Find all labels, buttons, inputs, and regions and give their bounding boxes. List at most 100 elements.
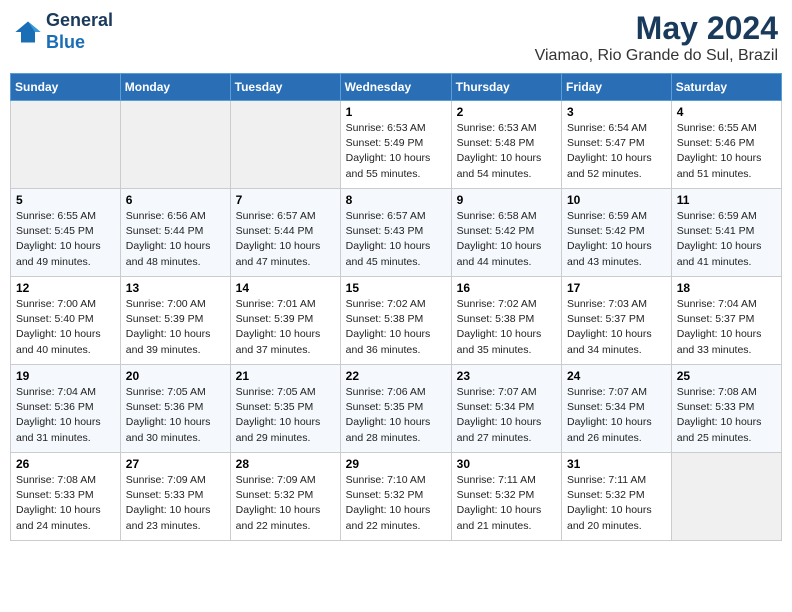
- weekday-header-sunday: Sunday: [11, 74, 121, 101]
- weekday-header-wednesday: Wednesday: [340, 74, 451, 101]
- day-info: Sunrise: 7:10 AMSunset: 5:32 PMDaylight:…: [346, 473, 446, 534]
- day-info: Sunrise: 7:03 AMSunset: 5:37 PMDaylight:…: [567, 297, 666, 358]
- day-number: 4: [677, 105, 776, 119]
- week-row-2: 5 Sunrise: 6:55 AMSunset: 5:45 PMDaylight…: [11, 189, 782, 277]
- day-info: Sunrise: 6:55 AMSunset: 5:45 PMDaylight:…: [16, 209, 115, 270]
- calendar-cell: 6 Sunrise: 6:56 AMSunset: 5:44 PMDaylight…: [120, 189, 230, 277]
- calendar-cell: 20Sunrise: 7:05 AMSunset: 5:36 PMDayligh…: [120, 365, 230, 453]
- day-number: 30: [457, 457, 556, 471]
- day-info: Sunrise: 7:04 AMSunset: 5:36 PMDaylight:…: [16, 385, 115, 446]
- day-number: 19: [16, 369, 115, 383]
- day-number: 8: [346, 193, 446, 207]
- day-number: 7: [236, 193, 335, 207]
- day-info: Sunrise: 7:04 AMSunset: 5:37 PMDaylight:…: [677, 297, 776, 358]
- weekday-header-friday: Friday: [562, 74, 672, 101]
- calendar-cell: 9 Sunrise: 6:58 AMSunset: 5:42 PMDaylight…: [451, 189, 561, 277]
- calendar-table: SundayMondayTuesdayWednesdayThursdayFrid…: [10, 73, 782, 541]
- day-info: Sunrise: 7:11 AMSunset: 5:32 PMDaylight:…: [567, 473, 666, 534]
- day-number: 5: [16, 193, 115, 207]
- calendar-cell: 19 Sunrise: 7:04 AMSunset: 5:36 PMDayligh…: [11, 365, 121, 453]
- day-number: 25: [677, 369, 776, 383]
- calendar-cell: 23 Sunrise: 7:07 AMSunset: 5:34 PMDayligh…: [451, 365, 561, 453]
- day-number: 31: [567, 457, 666, 471]
- day-number: 11: [677, 193, 776, 207]
- calendar-cell: 12Sunrise: 7:00 AMSunset: 5:40 PMDayligh…: [11, 277, 121, 365]
- calendar-cell: 18 Sunrise: 7:04 AMSunset: 5:37 PMDayligh…: [671, 277, 781, 365]
- location-title: Viamao, Rio Grande do Sul, Brazil: [535, 47, 778, 65]
- weekday-header-monday: Monday: [120, 74, 230, 101]
- day-number: 27: [126, 457, 225, 471]
- day-number: 9: [457, 193, 556, 207]
- calendar-cell: 26Sunrise: 7:08 AMSunset: 5:33 PMDayligh…: [11, 453, 121, 541]
- day-number: 22: [346, 369, 446, 383]
- weekday-header-tuesday: Tuesday: [230, 74, 340, 101]
- day-number: 18: [677, 281, 776, 295]
- calendar-cell: 3 Sunrise: 6:54 AMSunset: 5:47 PMDaylight…: [562, 101, 672, 189]
- calendar-cell: 5 Sunrise: 6:55 AMSunset: 5:45 PMDaylight…: [11, 189, 121, 277]
- calendar-cell: 21 Sunrise: 7:05 AMSunset: 5:35 PMDayligh…: [230, 365, 340, 453]
- week-row-4: 19 Sunrise: 7:04 AMSunset: 5:36 PMDayligh…: [11, 365, 782, 453]
- day-number: 3: [567, 105, 666, 119]
- day-info: Sunrise: 7:05 AMSunset: 5:35 PMDaylight:…: [236, 385, 335, 446]
- calendar-cell: 24 Sunrise: 7:07 AMSunset: 5:34 PMDayligh…: [562, 365, 672, 453]
- day-info: Sunrise: 7:07 AMSunset: 5:34 PMDaylight:…: [457, 385, 556, 446]
- week-row-3: 12Sunrise: 7:00 AMSunset: 5:40 PMDayligh…: [11, 277, 782, 365]
- logo-general: General: [46, 10, 113, 30]
- calendar-cell: 2 Sunrise: 6:53 AMSunset: 5:48 PMDaylight…: [451, 101, 561, 189]
- day-number: 10: [567, 193, 666, 207]
- logo-blue: Blue: [46, 32, 85, 52]
- day-number: 2: [457, 105, 556, 119]
- page-header: General Blue May 2024 Viamao, Rio Grande…: [10, 10, 782, 65]
- calendar-cell: 22 Sunrise: 7:06 AMSunset: 5:35 PMDayligh…: [340, 365, 451, 453]
- day-info: Sunrise: 7:07 AMSunset: 5:34 PMDaylight:…: [567, 385, 666, 446]
- day-info: Sunrise: 7:08 AMSunset: 5:33 PMDaylight:…: [677, 385, 776, 446]
- day-number: 6: [126, 193, 225, 207]
- calendar-cell: 16Sunrise: 7:02 AMSunset: 5:38 PMDayligh…: [451, 277, 561, 365]
- calendar-cell: 25 Sunrise: 7:08 AMSunset: 5:33 PMDayligh…: [671, 365, 781, 453]
- day-number: 12: [16, 281, 115, 295]
- day-info: Sunrise: 6:58 AMSunset: 5:42 PMDaylight:…: [457, 209, 556, 270]
- calendar-cell: 7Sunrise: 6:57 AMSunset: 5:44 PMDaylight…: [230, 189, 340, 277]
- calendar-cell: 1Sunrise: 6:53 AMSunset: 5:49 PMDaylight…: [340, 101, 451, 189]
- day-number: 17: [567, 281, 666, 295]
- calendar-cell: 15 Sunrise: 7:02 AMSunset: 5:38 PMDayligh…: [340, 277, 451, 365]
- day-info: Sunrise: 6:59 AMSunset: 5:41 PMDaylight:…: [677, 209, 776, 270]
- calendar-cell: [671, 453, 781, 541]
- calendar-cell: 10Sunrise: 6:59 AMSunset: 5:42 PMDayligh…: [562, 189, 672, 277]
- day-info: Sunrise: 7:02 AMSunset: 5:38 PMDaylight:…: [346, 297, 446, 358]
- day-info: Sunrise: 7:01 AMSunset: 5:39 PMDaylight:…: [236, 297, 335, 358]
- calendar-cell: 8 Sunrise: 6:57 AMSunset: 5:43 PMDaylight…: [340, 189, 451, 277]
- calendar-cell: 17 Sunrise: 7:03 AMSunset: 5:37 PMDayligh…: [562, 277, 672, 365]
- day-number: 29: [346, 457, 446, 471]
- day-number: 15: [346, 281, 446, 295]
- day-info: Sunrise: 7:00 AMSunset: 5:39 PMDaylight:…: [126, 297, 225, 358]
- day-info: Sunrise: 6:55 AMSunset: 5:46 PMDaylight:…: [677, 121, 776, 182]
- calendar-cell: 14Sunrise: 7:01 AMSunset: 5:39 PMDayligh…: [230, 277, 340, 365]
- day-info: Sunrise: 7:09 AMSunset: 5:32 PMDaylight:…: [236, 473, 335, 534]
- day-number: 28: [236, 457, 335, 471]
- day-info: Sunrise: 6:56 AMSunset: 5:44 PMDaylight:…: [126, 209, 225, 270]
- calendar-cell: [230, 101, 340, 189]
- week-row-1: 1Sunrise: 6:53 AMSunset: 5:49 PMDaylight…: [11, 101, 782, 189]
- day-info: Sunrise: 6:57 AMSunset: 5:43 PMDaylight:…: [346, 209, 446, 270]
- week-row-5: 26Sunrise: 7:08 AMSunset: 5:33 PMDayligh…: [11, 453, 782, 541]
- day-number: 13: [126, 281, 225, 295]
- weekday-header-saturday: Saturday: [671, 74, 781, 101]
- day-number: 16: [457, 281, 556, 295]
- day-number: 23: [457, 369, 556, 383]
- day-info: Sunrise: 7:06 AMSunset: 5:35 PMDaylight:…: [346, 385, 446, 446]
- calendar-cell: 27 Sunrise: 7:09 AMSunset: 5:33 PMDayligh…: [120, 453, 230, 541]
- month-title: May 2024: [535, 10, 778, 47]
- calendar-cell: [11, 101, 121, 189]
- day-info: Sunrise: 6:53 AMSunset: 5:48 PMDaylight:…: [457, 121, 556, 182]
- calendar-cell: 13 Sunrise: 7:00 AMSunset: 5:39 PMDayligh…: [120, 277, 230, 365]
- calendar-cell: 30Sunrise: 7:11 AMSunset: 5:32 PMDayligh…: [451, 453, 561, 541]
- day-number: 21: [236, 369, 335, 383]
- calendar-cell: 28 Sunrise: 7:09 AMSunset: 5:32 PMDayligh…: [230, 453, 340, 541]
- day-number: 24: [567, 369, 666, 383]
- day-info: Sunrise: 7:05 AMSunset: 5:36 PMDaylight:…: [126, 385, 225, 446]
- day-info: Sunrise: 6:54 AMSunset: 5:47 PMDaylight:…: [567, 121, 666, 182]
- calendar-cell: 11 Sunrise: 6:59 AMSunset: 5:41 PMDayligh…: [671, 189, 781, 277]
- calendar-cell: 29 Sunrise: 7:10 AMSunset: 5:32 PMDayligh…: [340, 453, 451, 541]
- day-info: Sunrise: 7:09 AMSunset: 5:33 PMDaylight:…: [126, 473, 225, 534]
